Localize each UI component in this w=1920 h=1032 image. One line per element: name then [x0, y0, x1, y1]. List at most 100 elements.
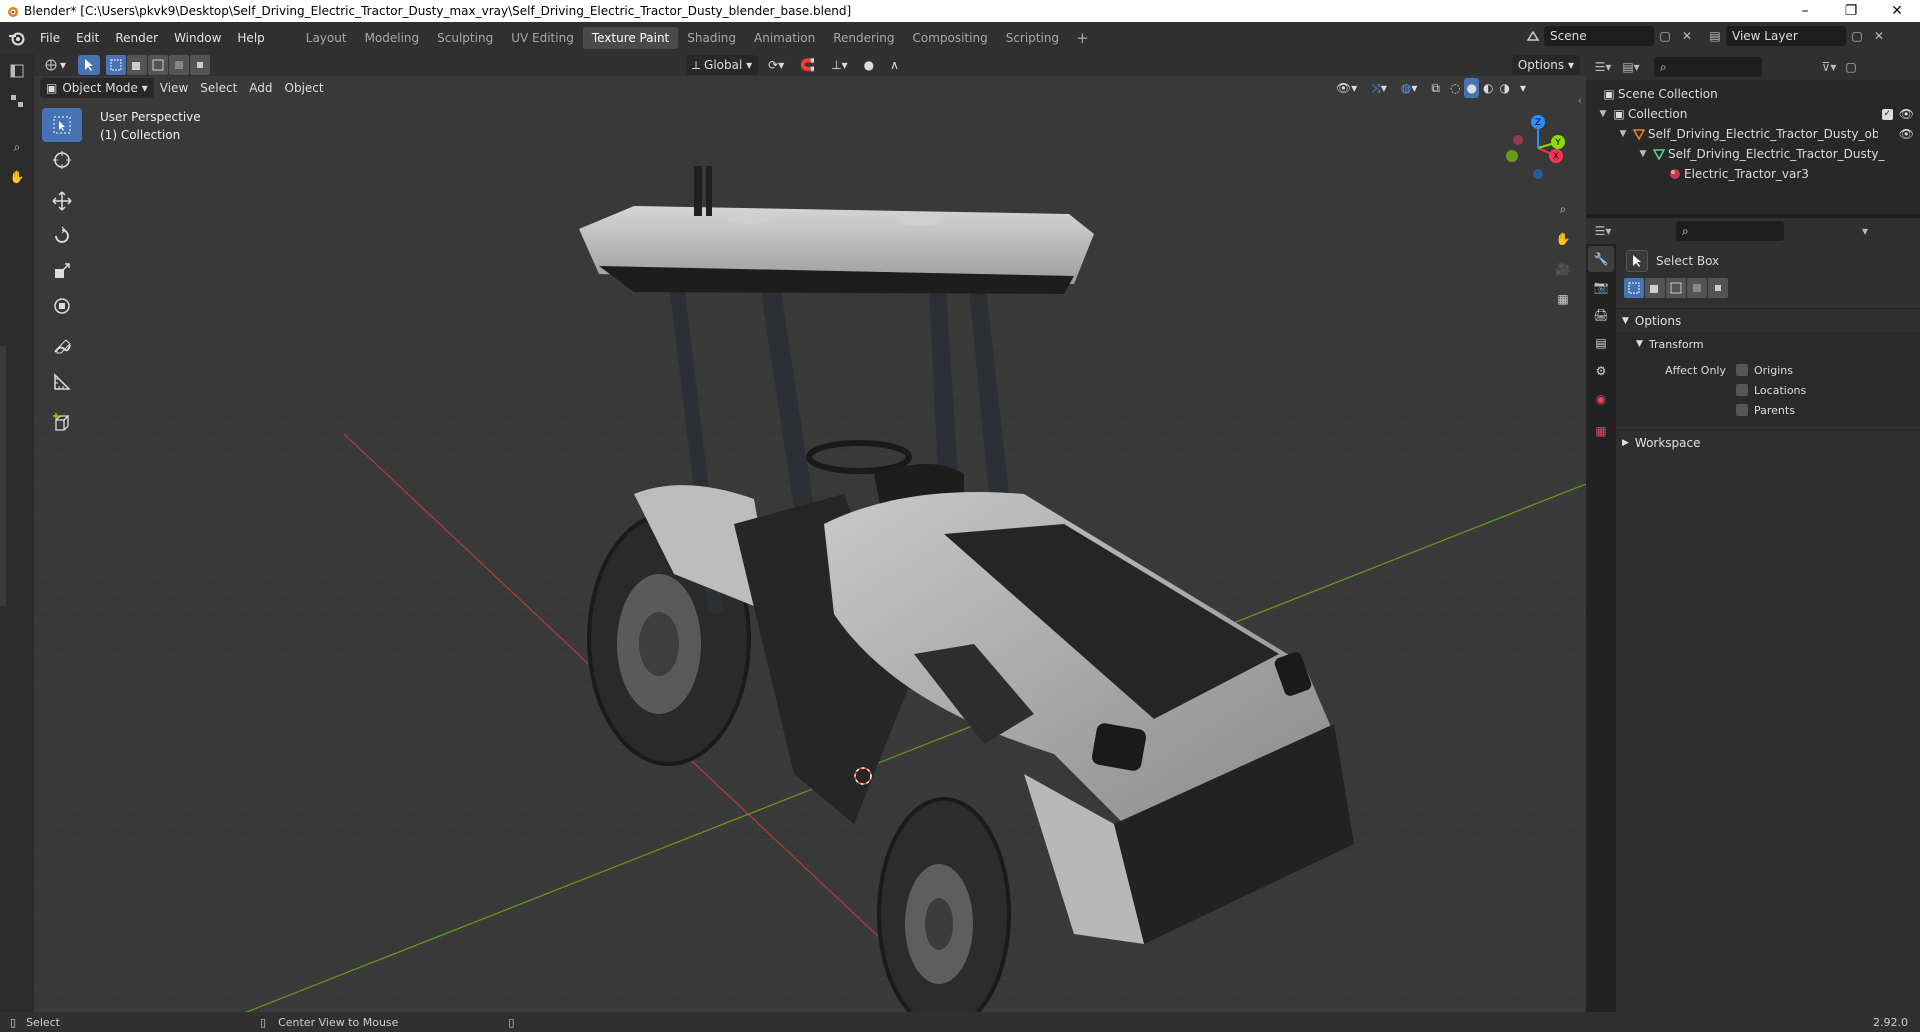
remove-scene-icon[interactable]: ✕ [1676, 26, 1698, 46]
pivot-point-dropdown[interactable]: ⟳▾ [762, 55, 790, 75]
workspace-tab-scripting[interactable]: Scripting [997, 27, 1068, 49]
sidebar-toggle-icon[interactable]: ‹ [1578, 94, 1582, 107]
select-tool-icon[interactable] [78, 55, 101, 75]
hand-pan-icon[interactable]: ✋ [4, 164, 30, 190]
eye-icon[interactable]: 👁 [1899, 127, 1914, 141]
maximize-button[interactable]: ❐ [1828, 0, 1874, 22]
new-collection-icon[interactable]: ▢ [1840, 57, 1862, 77]
material-shading-icon[interactable]: ◐ [1481, 78, 1495, 98]
add-cube-tool-icon[interactable] [42, 406, 82, 440]
render-tab-icon[interactable]: 📷 [1588, 274, 1614, 300]
solid-shading-icon[interactable]: ● [1464, 78, 1479, 98]
3d-viewport[interactable]: ▾ ⟂ Global ▾ ⟳▾ 🧲 ⊥▾ ● ∧ Options ▾ ▣ Obj… [34, 54, 1586, 1017]
view-layer-field[interactable]: View Layer [1726, 26, 1846, 46]
gizmo-toggle[interactable]: ⤨ ▾ [1365, 78, 1393, 98]
zoom-view-icon[interactable]: ⌕ [1550, 196, 1576, 222]
close-button[interactable]: ✕ [1874, 0, 1920, 22]
scene-icon[interactable] [1522, 26, 1544, 46]
expand-arrow-icon[interactable]: ▼ [1636, 149, 1650, 159]
proportional-edit-toggle[interactable]: ● [858, 55, 880, 75]
select-new-icon[interactable] [106, 55, 127, 75]
mode-dropdown[interactable]: ▣ Object Mode ▾ [40, 78, 154, 98]
select-box-icon[interactable] [1626, 250, 1648, 272]
workspace-tab-uv-editing[interactable]: UV Editing [502, 27, 583, 49]
filter-icon[interactable]: ⊽▾ [1818, 57, 1840, 77]
outliner-row-object[interactable]: ▼ Self_Driving_Electric_Tractor_Dusty_ob… [1586, 124, 1920, 144]
options-panel-header[interactable]: ▼ Options [1616, 308, 1920, 332]
eye-icon[interactable]: 👁 [1899, 107, 1914, 121]
overlays-toggle[interactable]: ◍ ▾ [1395, 78, 1424, 98]
outliner-search-field[interactable]: ⌕ [1654, 57, 1762, 77]
snap-toggle[interactable]: 🧲 [794, 55, 821, 75]
menu-window[interactable]: Window [166, 28, 229, 48]
editor-type-icon[interactable] [4, 58, 30, 84]
outliner-row-mesh[interactable]: ▼ Self_Driving_Electric_Tractor_Dusty_ [1586, 144, 1920, 164]
select-invert-icon[interactable] [169, 55, 190, 75]
texture-icon[interactable] [4, 88, 30, 114]
view-menu[interactable]: View [154, 78, 194, 98]
object-menu[interactable]: Object [279, 78, 330, 98]
select-intersect-icon[interactable] [190, 55, 211, 75]
workspace-panel-header[interactable]: ▶ Workspace [1616, 430, 1920, 454]
ortho-toggle-icon[interactable]: ▦ [1550, 286, 1576, 312]
pan-view-icon[interactable]: ✋ [1550, 226, 1576, 252]
properties-search-field[interactable]: ⌕ [1676, 221, 1784, 241]
transform-subpanel-header[interactable]: ▼ Transform [1616, 332, 1920, 356]
outliner-editor-icon[interactable]: ☰▾ [1592, 57, 1614, 77]
outliner-row-scene-collection[interactable]: ▣ Scene Collection [1586, 84, 1920, 104]
origins-checkbox[interactable] [1736, 364, 1748, 376]
camera-view-icon[interactable]: 🎥 [1550, 256, 1576, 282]
select-extend-icon[interactable] [1645, 278, 1665, 298]
workspace-tab-shading[interactable]: Shading [678, 27, 745, 49]
editor-type-dropdown[interactable]: ▾ [38, 55, 72, 75]
wireframe-shading-icon[interactable]: ◌ [1448, 78, 1462, 98]
shading-options-dropdown[interactable]: ▾ [1514, 78, 1532, 98]
properties-options-icon[interactable]: ▾ [1854, 221, 1876, 241]
minimize-button[interactable]: – [1782, 0, 1828, 22]
xray-toggle-icon[interactable]: ⧉ [1425, 78, 1446, 98]
add-menu[interactable]: Add [243, 78, 278, 98]
add-workspace-button[interactable]: + [1068, 27, 1097, 49]
zoom-icon[interactable]: ⌕ [4, 134, 30, 160]
move-tool-icon[interactable] [42, 184, 82, 218]
expand-arrow-icon[interactable]: ▼ [1616, 129, 1630, 139]
workspace-tab-compositing[interactable]: Compositing [903, 27, 996, 49]
view-layer-tab-icon[interactable]: ▤ [1588, 330, 1614, 356]
transform-orientation-dropdown[interactable]: ⟂ Global ▾ [686, 55, 759, 75]
workspace-tab-rendering[interactable]: Rendering [824, 27, 903, 49]
annotate-tool-icon[interactable] [42, 330, 82, 364]
select-invert-icon[interactable] [1687, 278, 1707, 298]
world-tab-icon[interactable]: ◉ [1588, 386, 1614, 412]
navigation-gizmo[interactable]: X Y Z [1500, 108, 1576, 184]
display-mode-icon[interactable]: ▤▾ [1620, 57, 1642, 77]
viewport-canvas[interactable] [34, 54, 1586, 1017]
options-dropdown[interactable]: Options ▾ [1511, 55, 1580, 75]
workspace-tab-sculpting[interactable]: Sculpting [428, 27, 502, 49]
outliner-row-material[interactable]: Electric_Tractor_var3 [1586, 164, 1920, 184]
measure-tool-icon[interactable] [42, 365, 82, 399]
workspace-tab-modeling[interactable]: Modeling [356, 27, 429, 49]
locations-checkbox[interactable] [1736, 384, 1748, 396]
cursor-tool-icon[interactable] [42, 143, 82, 177]
select-box-tool-icon[interactable] [42, 108, 82, 142]
menu-file[interactable]: File [32, 28, 68, 48]
new-view-layer-icon[interactable]: ▢ [1846, 26, 1868, 46]
scene-name-field[interactable]: Scene [1544, 26, 1654, 46]
properties-editor-icon[interactable]: ☰▾ [1592, 221, 1614, 241]
remove-view-layer-icon[interactable]: ✕ [1868, 26, 1890, 46]
workspace-tab-animation[interactable]: Animation [745, 27, 824, 49]
menu-edit[interactable]: Edit [68, 28, 107, 48]
select-menu[interactable]: Select [194, 78, 243, 98]
outliner-row-collection[interactable]: ▼ ▣ Collection ✓ 👁 [1586, 104, 1920, 124]
select-subtract-icon[interactable] [148, 55, 169, 75]
workspace-tab-texture-paint[interactable]: Texture Paint [582, 27, 679, 49]
new-scene-icon[interactable]: ▢ [1654, 26, 1676, 46]
resize-handle[interactable] [0, 346, 6, 606]
scale-tool-icon[interactable] [42, 254, 82, 288]
visibility-dropdown[interactable]: 👁▾ [1330, 78, 1363, 98]
expand-arrow-icon[interactable]: ▼ [1596, 109, 1610, 119]
select-extend-icon[interactable] [127, 55, 148, 75]
proportional-falloff-dropdown[interactable]: ∧ [884, 55, 905, 75]
rendered-shading-icon[interactable]: ◑ [1497, 78, 1511, 98]
texture-tab-icon[interactable]: ▦ [1588, 418, 1614, 444]
